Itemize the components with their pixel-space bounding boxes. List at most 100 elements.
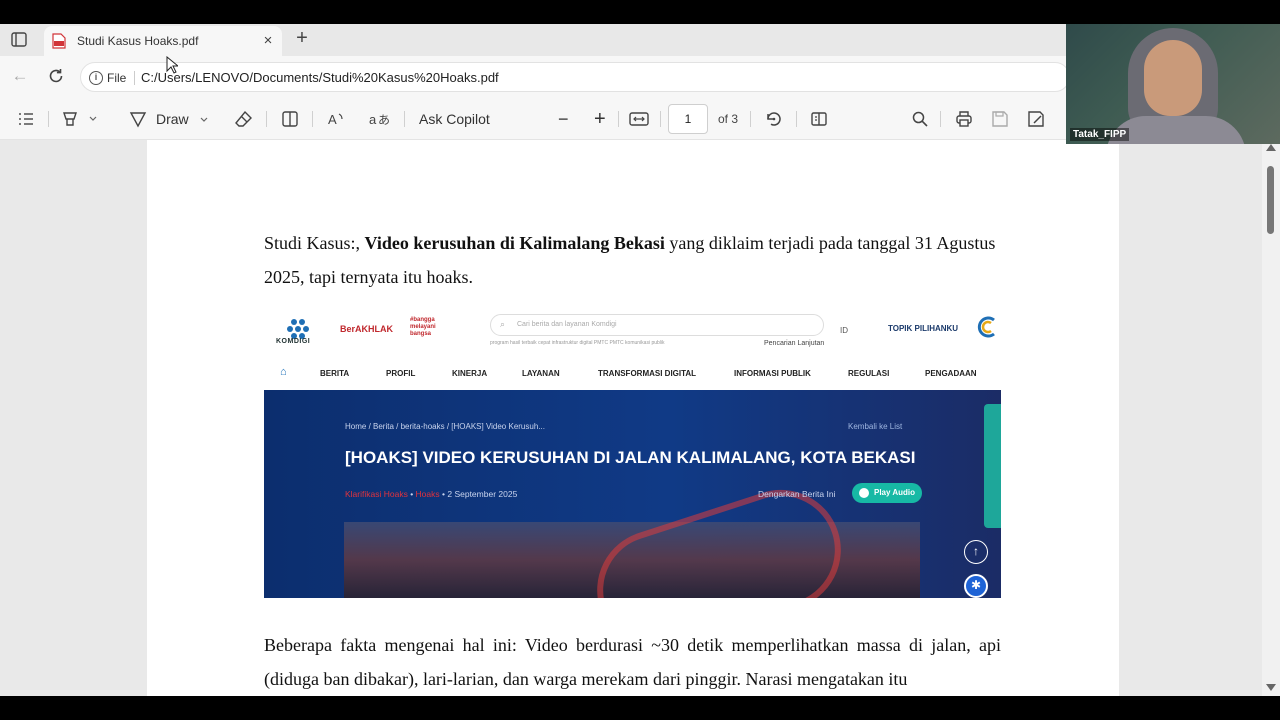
refresh-icon[interactable] xyxy=(46,66,66,86)
embedded-badge-icon xyxy=(974,314,1000,340)
draw-button[interactable]: Draw xyxy=(128,108,211,130)
embedded-nav: ⌂ BERITA PROFIL KINERJA LAYANAN TRANSFOR… xyxy=(264,360,1001,386)
ask-copilot-label: Ask Copilot xyxy=(419,111,490,127)
facts-paragraph: Beberapa fakta mengenai hal ini: Video b… xyxy=(264,635,1001,689)
embedded-play-audio: Play Audio xyxy=(852,483,922,503)
komdigi-header: KOMDIGI BerAKHLAK #bangga melayani bangs… xyxy=(264,308,1001,360)
toolbar-divider xyxy=(618,111,619,127)
case-study-paragraph: Studi Kasus:, Video kerusuhan di Kalimal… xyxy=(264,226,1001,294)
print-icon[interactable] xyxy=(954,108,974,130)
vertical-scrollbar[interactable] xyxy=(1262,140,1280,696)
participant-name: Tatak_FIPP xyxy=(1070,128,1130,141)
embedded-back-to-list: Kembali ke List xyxy=(848,422,903,431)
two-page-view-icon[interactable] xyxy=(809,108,829,130)
scroll-up-arrow-icon[interactable] xyxy=(1266,144,1276,151)
embedded-advanced-search: Pencarian Lanjutan xyxy=(764,340,825,347)
embedded-headline: [HOAKS] VIDEO KERUSUHAN DI JALAN KALIMAL… xyxy=(345,448,916,467)
toolbar-divider xyxy=(940,111,941,127)
embedded-article-screenshot: KOMDIGI BerAKHLAK #bangga melayani bangs… xyxy=(264,308,1001,610)
url-text[interactable]: C:/Users/LENOVO/Documents/Studi%20Kasus%… xyxy=(141,70,499,85)
scroll-thumb[interactable] xyxy=(1267,166,1274,234)
draw-label: Draw xyxy=(156,111,189,127)
embedded-nav-item: TRANSFORMASI DIGITAL xyxy=(598,369,697,378)
embedded-listen-label: Dengarkan Berita Ini xyxy=(758,489,836,499)
letterbox-top xyxy=(0,0,1280,24)
case-study-prefix: Studi Kasus:, xyxy=(264,233,365,253)
site-label: File xyxy=(107,71,127,85)
save-icon[interactable] xyxy=(990,108,1010,130)
komdigi-logo-icon xyxy=(274,316,320,354)
scroll-down-arrow-icon[interactable] xyxy=(1266,684,1276,691)
pdf-viewport[interactable]: Studi Kasus:, Video kerusuhan di Kalimal… xyxy=(0,140,1262,696)
tab-studi-kasus[interactable]: Studi Kasus Hoaks.pdf × xyxy=(44,26,282,56)
read-aloud-icon[interactable]: A xyxy=(326,108,346,130)
eraser-icon[interactable] xyxy=(234,108,254,130)
svg-text:A: A xyxy=(328,112,337,127)
embedded-search-placeholder: Cari berita dan layanan Komdigi xyxy=(517,321,617,328)
scroll-top-icon: ↑ xyxy=(964,540,988,564)
contents-icon[interactable] xyxy=(16,108,36,130)
new-tab-icon[interactable]: + xyxy=(292,28,312,49)
berakhlak-logo: BerAKHLAK xyxy=(340,324,394,334)
toolbar-divider xyxy=(660,111,661,127)
toolbar-divider xyxy=(48,111,49,127)
pdf-page-1: Studi Kasus:, Video kerusuhan di Kalimal… xyxy=(147,140,1119,696)
translate-icon[interactable]: aあ xyxy=(368,108,392,130)
embedded-language: ID xyxy=(840,326,848,335)
site-info-button[interactable]: i File xyxy=(89,70,126,86)
embedded-breadcrumb: Home / Berita / berita-hoaks / [HOAKS] V… xyxy=(345,422,545,431)
toolbar-divider xyxy=(796,111,797,127)
tag-klarifikasi: Klarifikasi Hoaks xyxy=(345,489,408,499)
ask-copilot-button[interactable]: Ask Copilot xyxy=(419,108,490,130)
chevron-down-icon xyxy=(200,117,208,122)
embedded-nav-item: BERITA xyxy=(320,369,350,378)
highlight-icon[interactable] xyxy=(60,108,100,130)
rotate-icon[interactable] xyxy=(764,108,784,130)
participant-face xyxy=(1144,40,1202,116)
toolbar-divider xyxy=(404,111,405,127)
embedded-nav-item: PROFIL xyxy=(386,369,416,378)
pdf-file-icon xyxy=(52,33,66,49)
tag-hoaks: Hoaks xyxy=(415,489,440,499)
toolbar-divider xyxy=(312,111,313,127)
close-tab-icon[interactable]: × xyxy=(260,33,276,49)
bangga-melayani-logo: #bangga melayani bangsa xyxy=(410,317,436,337)
tab-actions-icon[interactable] xyxy=(8,30,30,50)
toolbar-divider xyxy=(266,111,267,127)
page-view-icon[interactable] xyxy=(280,108,300,130)
address-bar[interactable]: i File C:/Users/LENOVO/Documents/Studi%2… xyxy=(80,62,1070,92)
page-total: of 3 xyxy=(718,112,739,126)
search-icon[interactable] xyxy=(910,108,930,130)
embedded-search-icon: ⌕ xyxy=(500,319,506,329)
embedded-topik-pilihanku: TOPIK PILIHANKU xyxy=(888,324,959,333)
play-icon xyxy=(859,488,869,498)
fit-width-icon[interactable] xyxy=(628,108,650,130)
info-icon: i xyxy=(89,71,103,85)
accessibility-icon: ✱ xyxy=(964,574,988,598)
webcam-overlay: Tatak_FIPP xyxy=(1066,24,1280,144)
back-arrow-icon[interactable]: ← xyxy=(10,66,30,86)
embedded-search-box: ⌕ Cari berita dan layanan Komdigi xyxy=(490,314,824,336)
tab-title: Studi Kasus Hoaks.pdf xyxy=(77,34,199,48)
embedded-article-hero: Home / Berita / berita-hoaks / [HOAKS] V… xyxy=(264,390,1001,598)
embedded-nav-item: REGULASI xyxy=(848,369,890,378)
case-study-title: Video kerusuhan di Kalimalang Bekasi xyxy=(364,233,665,253)
draw-pen-icon xyxy=(129,112,147,128)
svg-text:a: a xyxy=(369,112,377,127)
komdigi-brand: KOMDIGI xyxy=(276,338,311,345)
zoom-in-icon[interactable]: + xyxy=(594,108,606,130)
embedded-nav-item: KINERJA xyxy=(452,369,488,378)
page-number-input[interactable]: 1 xyxy=(668,104,708,134)
embedded-date: 2 September 2025 xyxy=(447,489,518,499)
address-divider xyxy=(134,71,135,85)
svg-text:あ: あ xyxy=(378,113,390,127)
home-icon: ⌂ xyxy=(280,366,287,378)
play-audio-label: Play Audio xyxy=(874,488,916,497)
zoom-out-icon[interactable]: − xyxy=(558,108,569,130)
letterbox-bottom xyxy=(0,696,1280,720)
embedded-nav-item: LAYANAN xyxy=(522,369,560,378)
embedded-side-tab xyxy=(984,404,1001,528)
embedded-search-hints: program hasil terbaik cepat infrastruktu… xyxy=(490,340,665,346)
save-as-icon[interactable] xyxy=(1026,108,1046,130)
toolbar-divider xyxy=(750,111,751,127)
